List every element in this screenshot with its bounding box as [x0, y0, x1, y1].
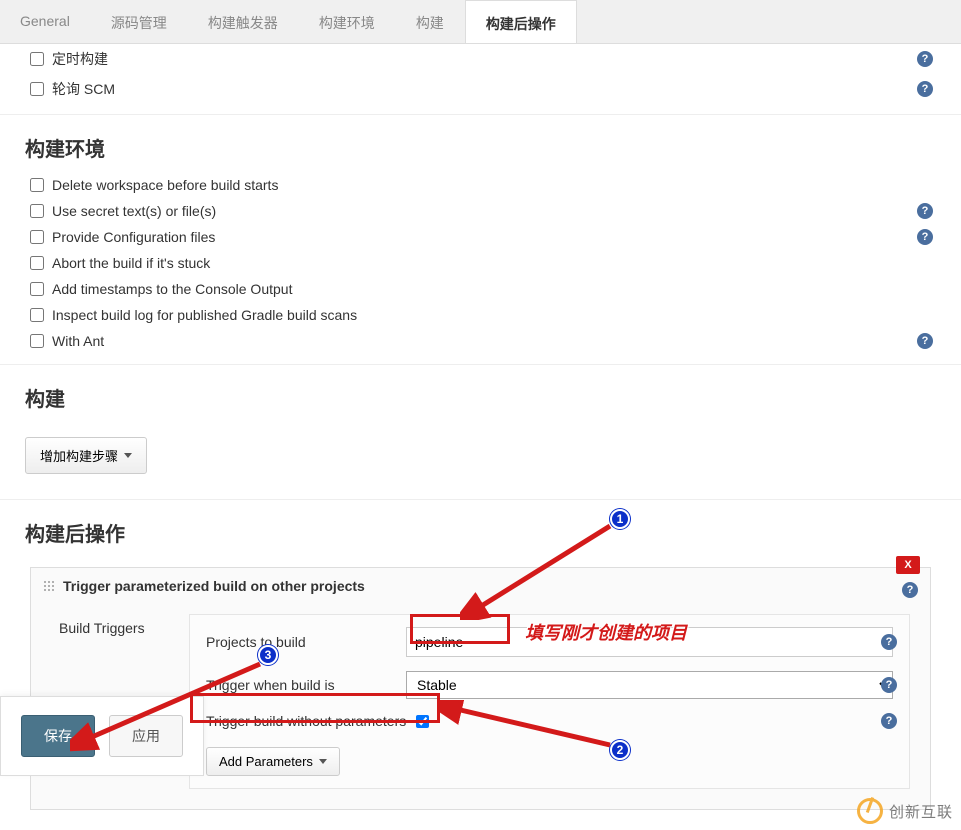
- label-config-files: Provide Configuration files: [52, 229, 215, 245]
- checkbox-poll-scm[interactable]: [30, 82, 44, 96]
- checkbox-config-files[interactable]: [30, 230, 44, 244]
- select-trigger-when[interactable]: Stable: [406, 671, 893, 699]
- label-secret: Use secret text(s) or file(s): [52, 203, 216, 219]
- apply-button[interactable]: 应用: [109, 715, 183, 757]
- checkbox-without-params[interactable]: [416, 715, 429, 728]
- watermark-text: 创新互联: [889, 801, 953, 822]
- row-poll-scm: 轮询 SCM ?: [0, 74, 961, 104]
- row-trigger-when: Trigger when build is Stable ?: [206, 671, 893, 699]
- watermark: 创新互联: [857, 798, 953, 824]
- help-icon[interactable]: ?: [917, 81, 933, 97]
- section-title-build: 构建: [0, 365, 961, 422]
- label-abort-stuck: Abort the build if it's stuck: [52, 255, 210, 271]
- help-icon[interactable]: ?: [881, 677, 897, 693]
- label-scheduled-build: 定时构建: [52, 49, 108, 69]
- tab-build-env[interactable]: 构建环境: [299, 0, 396, 43]
- add-build-step-button[interactable]: 增加构建步骤: [25, 437, 147, 474]
- close-icon[interactable]: X: [896, 556, 920, 574]
- label-delete-ws: Delete workspace before build starts: [52, 177, 278, 193]
- label-projects-to-build: Projects to build: [206, 634, 406, 650]
- checkbox-with-ant[interactable]: [30, 334, 44, 348]
- callout-number-3: 3: [258, 645, 278, 665]
- label-poll-scm: 轮询 SCM: [52, 79, 115, 99]
- tab-general[interactable]: General: [0, 0, 91, 43]
- watermark-icon: [857, 798, 883, 824]
- checkbox-scheduled-build[interactable]: [30, 52, 44, 66]
- help-icon[interactable]: ?: [902, 582, 918, 598]
- row-config-files: Provide Configuration files ?: [0, 224, 961, 250]
- checkbox-gradle-scan[interactable]: [30, 308, 44, 322]
- label-without-params: Trigger build without parameters: [206, 713, 406, 729]
- label-with-ant: With Ant: [52, 333, 104, 349]
- tab-build[interactable]: 构建: [396, 0, 465, 43]
- callout-number-2: 2: [610, 740, 630, 760]
- checkbox-delete-ws[interactable]: [30, 178, 44, 192]
- tab-scm[interactable]: 源码管理: [91, 0, 188, 43]
- postbuild-title: Trigger parameterized build on other pro…: [63, 578, 365, 594]
- postbuild-header: Trigger parameterized build on other pro…: [31, 568, 930, 604]
- row-abort-stuck: Abort the build if it's stuck: [0, 250, 961, 276]
- row-scheduled-build: 定时构建 ?: [0, 44, 961, 74]
- help-icon[interactable]: ?: [881, 713, 897, 729]
- row-without-params: Trigger build without parameters ?: [206, 713, 893, 729]
- footer-buttons: 保存 应用: [0, 696, 204, 776]
- save-button[interactable]: 保存: [21, 715, 95, 757]
- checkbox-abort-stuck[interactable]: [30, 256, 44, 270]
- chevron-down-icon: [124, 453, 132, 458]
- row-gradle-scan: Inspect build log for published Gradle b…: [0, 302, 961, 328]
- row-secret: Use secret text(s) or file(s) ?: [0, 198, 961, 224]
- row-with-ant: With Ant ?: [0, 328, 961, 354]
- callout-number-1: 1: [610, 509, 630, 529]
- chevron-down-icon: [319, 759, 327, 764]
- drag-handle-icon[interactable]: [43, 580, 55, 592]
- help-icon[interactable]: ?: [917, 203, 933, 219]
- tabs-bar: General 源码管理 构建触发器 构建环境 构建 构建后操作: [0, 0, 961, 44]
- annotation-text: 填写刚才创建的项目: [525, 619, 687, 645]
- help-icon[interactable]: ?: [881, 634, 897, 650]
- tab-build-triggers[interactable]: 构建触发器: [188, 0, 299, 43]
- add-build-step-label: 增加构建步骤: [40, 446, 118, 465]
- help-icon[interactable]: ?: [917, 51, 933, 67]
- checkbox-timestamps[interactable]: [30, 282, 44, 296]
- row-timestamps: Add timestamps to the Console Output: [0, 276, 961, 302]
- section-title-postbuild: 构建后操作: [0, 500, 961, 557]
- section-title-env: 构建环境: [0, 115, 961, 172]
- add-parameters-label: Add Parameters: [219, 754, 313, 769]
- help-icon[interactable]: ?: [917, 333, 933, 349]
- add-parameters-button[interactable]: Add Parameters: [206, 747, 340, 776]
- label-gradle-scan: Inspect build log for published Gradle b…: [52, 307, 357, 323]
- checkbox-secret[interactable]: [30, 204, 44, 218]
- tab-postbuild[interactable]: 构建后操作: [465, 0, 577, 43]
- label-trigger-when: Trigger when build is: [206, 677, 406, 693]
- row-delete-ws: Delete workspace before build starts: [0, 172, 961, 198]
- label-timestamps: Add timestamps to the Console Output: [52, 281, 292, 297]
- help-icon[interactable]: ?: [917, 229, 933, 245]
